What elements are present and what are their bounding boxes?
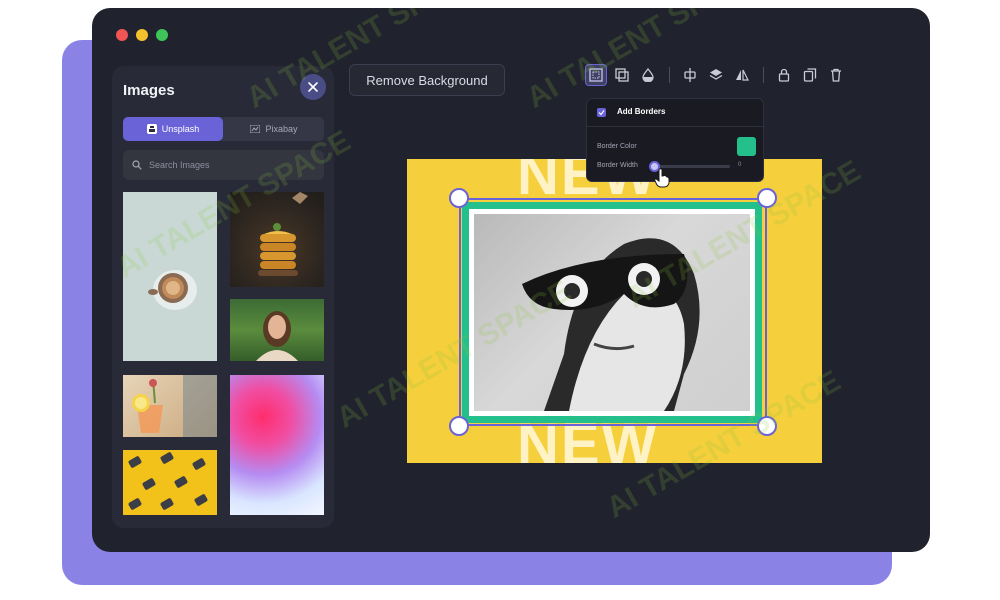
tab-pixabay-label: Pixabay: [265, 124, 298, 134]
border-icon: [589, 68, 603, 82]
border-width-label: Border Width: [597, 162, 638, 169]
flip-icon: [736, 69, 749, 81]
opacity-button[interactable]: [637, 64, 659, 86]
align-button[interactable]: [679, 64, 701, 86]
gradient-abstract-photo[interactable]: [230, 375, 324, 515]
border-color-label: Border Color: [597, 143, 637, 150]
search-icon: [132, 160, 142, 170]
flip-button[interactable]: [731, 64, 753, 86]
delete-icon: [831, 68, 841, 82]
smiling-woman-photo[interactable]: [230, 299, 324, 361]
resize-handle-top-left[interactable]: [449, 188, 469, 208]
border-tool-button[interactable]: [585, 64, 607, 86]
tab-pixabay[interactable]: Pixabay: [224, 117, 324, 141]
pancake-stack-photo[interactable]: [230, 192, 324, 287]
selection-box: [459, 198, 767, 426]
checkmark-icon: [598, 110, 605, 116]
layers-button[interactable]: [705, 64, 727, 86]
source-tabs: Unsplash Pixabay: [123, 117, 324, 141]
layer-copy-button[interactable]: [611, 64, 633, 86]
align-icon: [684, 68, 696, 82]
coffee-cup-photo[interactable]: [123, 192, 217, 361]
duplicate-button[interactable]: [799, 64, 821, 86]
editor-window: Images Unsplash Pixabay Search Images Re…: [92, 8, 930, 552]
images-panel: Images Unsplash Pixabay Search Images: [112, 66, 334, 528]
border-width-value: 0: [738, 162, 742, 168]
cocktail-photo[interactable]: [123, 375, 217, 437]
stage: Images Unsplash Pixabay Search Images Re…: [0, 0, 1000, 600]
border-options-popover: Add Borders Border Color Border Width 0: [586, 98, 765, 182]
toolbar-separator: [763, 67, 764, 83]
window-maximize-dot[interactable]: [156, 29, 168, 41]
yellow-pattern-photo[interactable]: [123, 450, 217, 515]
resize-handle-bottom-left[interactable]: [449, 416, 469, 436]
panel-close-button[interactable]: [300, 74, 326, 100]
layers-icon: [709, 69, 723, 80]
design-canvas[interactable]: NEW NEW: [407, 159, 822, 463]
panel-title: Images: [123, 82, 175, 99]
duplicate-icon: [803, 68, 817, 82]
lock-icon: [778, 68, 790, 82]
tab-unsplash-label: Unsplash: [161, 124, 200, 134]
toolbar-separator: [669, 67, 670, 83]
search-box: [123, 150, 324, 180]
lock-button[interactable]: [773, 64, 795, 86]
resize-handle-bottom-right[interactable]: [757, 416, 777, 436]
close-icon: [308, 82, 318, 92]
window-minimize-dot[interactable]: [136, 29, 148, 41]
resize-handle-top-right[interactable]: [757, 188, 777, 208]
window-close-dot[interactable]: [116, 29, 128, 41]
tab-unsplash[interactable]: Unsplash: [123, 117, 223, 141]
popover-divider: [587, 126, 765, 127]
opacity-icon: [642, 68, 654, 82]
hand-cursor-icon: [654, 168, 670, 188]
remove-background-button[interactable]: Remove Background: [349, 64, 505, 96]
search-input[interactable]: [149, 160, 309, 170]
unsplash-icon: [146, 124, 157, 134]
layer-copy-icon: [615, 68, 629, 82]
add-borders-checkbox[interactable]: [597, 108, 606, 117]
delete-button[interactable]: [825, 64, 847, 86]
border-color-swatch[interactable]: [737, 137, 756, 156]
add-borders-label: Add Borders: [617, 107, 666, 116]
pixabay-icon: [250, 125, 261, 133]
